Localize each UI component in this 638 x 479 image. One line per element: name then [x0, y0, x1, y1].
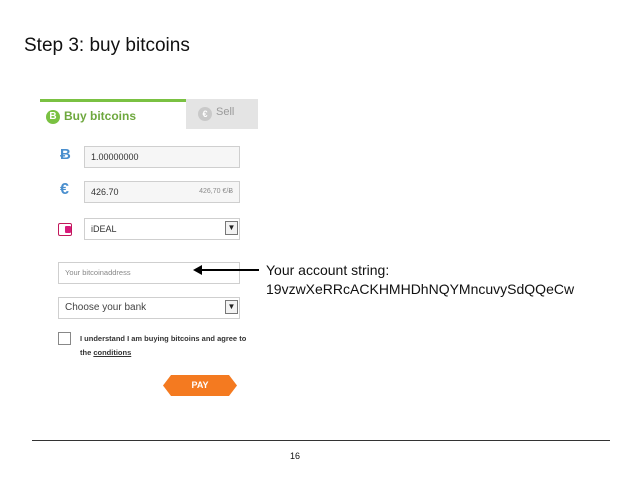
- tab-buy-label: Buy bitcoins: [64, 109, 137, 123]
- bitcoin-symbol-icon: Ƀ: [60, 146, 71, 163]
- tab-sell-label: Sell: [216, 106, 235, 118]
- bank-select-value: Choose your bank: [65, 302, 147, 313]
- payment-method-value: iDEAL: [91, 224, 117, 234]
- euro-symbol-icon: €: [60, 181, 69, 198]
- euro-amount-value: 426.70: [91, 187, 119, 197]
- euro-coin-icon: €: [198, 107, 212, 121]
- slide-title: Step 3: buy bitcoins: [24, 35, 190, 56]
- conditions-checkbox[interactable]: [58, 332, 71, 345]
- footer-divider: [32, 440, 610, 441]
- consent-text: I understand I am buying bitcoins and ag…: [80, 332, 250, 360]
- bitcoin-amount-value: 1.00000000: [91, 152, 139, 162]
- euro-amount-input[interactable]: 426.70 426,70 €/Ƀ: [84, 181, 240, 203]
- bitcoin-icon: B: [46, 110, 60, 124]
- pay-button[interactable]: PAY: [163, 375, 237, 396]
- chevron-down-icon[interactable]: ▼: [225, 221, 238, 235]
- arrow-line: [200, 269, 259, 271]
- account-string-note: Your account string: 19vzwXeRRcACKHMHDhN…: [266, 261, 574, 299]
- ideal-icon: [58, 223, 72, 236]
- account-string-value: 19vzwXeRRcACKHMHDhNQYMncuvySdQQeCw: [266, 281, 575, 297]
- account-string-label: Your account string:: [266, 262, 390, 278]
- bitcoin-address-placeholder: Your bitcoinaddress: [65, 268, 131, 277]
- buy-widget: € Sell B Buy bitcoins Ƀ 1.00000000 € 426…: [36, 99, 258, 410]
- conditions-link[interactable]: conditions: [93, 348, 131, 357]
- exchange-rate: 426,70 €/Ƀ: [199, 188, 233, 195]
- bitcoin-amount-input[interactable]: 1.00000000: [84, 146, 240, 168]
- payment-method-select[interactable]: iDEAL ▼: [84, 218, 240, 240]
- bitcoin-address-input[interactable]: Your bitcoinaddress: [58, 262, 240, 284]
- tab-sell[interactable]: € Sell: [174, 99, 258, 129]
- chevron-down-icon[interactable]: ▼: [225, 300, 238, 314]
- bank-select[interactable]: Choose your bank ▼: [58, 297, 240, 319]
- tab-buy-bitcoins[interactable]: B Buy bitcoins: [40, 99, 186, 129]
- page-number: 16: [290, 451, 301, 461]
- tab-bar: € Sell B Buy bitcoins: [40, 99, 258, 129]
